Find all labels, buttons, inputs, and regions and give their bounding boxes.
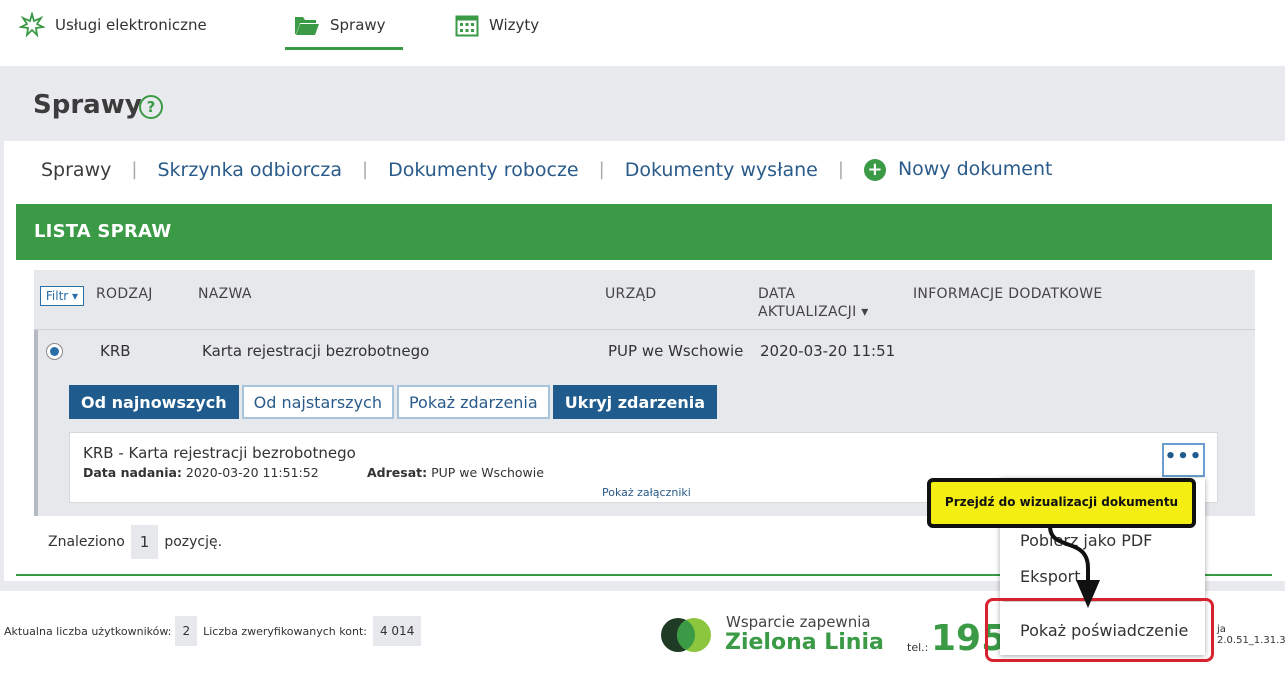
filter-dropdown[interactable]: Filtr ▾ <box>40 286 84 306</box>
event-recipient: Adresat: PUP we Wschowie <box>367 465 544 480</box>
support-name: Zielona Linia <box>725 630 884 655</box>
help-icon[interactable]: ? <box>139 95 163 119</box>
show-events-button[interactable]: Pokaż zdarzenia <box>396 385 550 419</box>
subnav-separator: | <box>837 159 844 180</box>
verified-value: 4 014 <box>372 616 422 646</box>
subnav-skrzynka-odbiorcza[interactable]: Skrzynka odbiorcza <box>157 159 342 181</box>
column-header-nazwa[interactable]: NAZWA <box>198 285 252 304</box>
star-burst-icon <box>19 12 45 38</box>
users-value: 2 <box>175 616 198 646</box>
version-text: ja 2.0.51_1.31.3 <box>1217 624 1285 646</box>
subnav-separator: | <box>362 159 369 180</box>
verified-label: Liczba zweryfikowanych kont: <box>203 624 367 638</box>
more-options-button[interactable]: ••• <box>1162 443 1205 477</box>
column-header-informacje[interactable]: INFORMACJE DODATKOWE <box>913 285 1103 304</box>
event-date-label: Data nadania: <box>83 465 182 480</box>
nav-label: Wizyty <box>489 16 540 34</box>
column-header-data-line1[interactable]: DATA <box>758 285 795 304</box>
plus-icon: + <box>863 159 886 181</box>
row-data: 2020-03-20 11:51 <box>760 342 896 360</box>
hide-events-button[interactable]: Ukryj zdarzenia <box>552 385 717 419</box>
row-radio[interactable] <box>46 343 63 360</box>
users-label: Aktualna liczba użytkowników: <box>4 624 172 638</box>
footer-stats: Aktualna liczba użytkowników: 2 Liczba z… <box>4 616 422 646</box>
sort-oldest-button[interactable]: Od najstarszych <box>241 385 394 419</box>
nav-wizyty[interactable]: Wizyty <box>455 0 539 50</box>
found-count: 1 <box>130 525 159 559</box>
nav-uslugi-elektroniczne[interactable]: Usługi elektroniczne <box>19 0 207 50</box>
results-count: Znaleziono 1 pozycję. <box>48 525 222 559</box>
subnav-separator: | <box>131 159 138 180</box>
subnav-dokumenty-wyslane[interactable]: Dokumenty wysłane <box>625 159 818 181</box>
nav-sprawy[interactable]: Sprawy <box>294 0 386 50</box>
support-label: Wsparcie zapewnia <box>726 613 871 631</box>
list-title: LISTA SPRAW <box>34 221 172 242</box>
subnav-sprawy[interactable]: Sprawy <box>41 159 111 181</box>
page-title: Sprawy <box>33 90 142 120</box>
zielona-linia-logo-icon <box>661 618 711 652</box>
event-sort-buttons: Od najnowszych Od najstarszych Pokaż zda… <box>69 385 720 419</box>
event-recipient-value: PUP we Wschowie <box>431 465 544 480</box>
subnav-separator: | <box>598 159 605 180</box>
nav-label: Usługi elektroniczne <box>55 16 207 34</box>
nav-label: Sprawy <box>330 16 386 34</box>
event-recipient-label: Adresat: <box>367 465 428 480</box>
row-urzad: PUP we Wschowie <box>608 342 744 360</box>
event-date-value: 2020-03-20 11:51:52 <box>185 465 319 480</box>
sort-newest-button[interactable]: Od najnowszych <box>69 385 239 419</box>
folder-icon <box>295 17 319 35</box>
annotation-tooltip: Przejdź do wizualizacji dokumentu <box>927 478 1196 528</box>
sub-navigation: Sprawy | Skrzynka odbiorcza | Dokumenty … <box>41 158 1052 181</box>
subnav-dokumenty-robocze[interactable]: Dokumenty robocze <box>388 159 579 181</box>
column-header-urzad[interactable]: URZĄD <box>605 285 656 304</box>
row-nazwa: Karta rejestracji bezrobotnego <box>202 342 430 360</box>
found-prefix: Znaleziono <box>48 534 125 550</box>
new-document-label: Nowy dokument <box>897 158 1053 180</box>
calendar-icon <box>455 15 479 37</box>
top-navigation: Usługi elektroniczne Sprawy Wizyty <box>0 0 1285 66</box>
show-attachments-link[interactable]: Pokaż załączniki <box>602 486 691 499</box>
row-rodzaj: KRB <box>100 342 131 360</box>
column-header-data-line2[interactable]: AKTUALIZACJI ▾ <box>758 303 869 322</box>
event-date: Data nadania: 2020-03-20 11:51:52 <box>83 465 319 480</box>
annotation-arrow-icon <box>1048 525 1100 608</box>
tel-label: tel.: <box>907 641 929 654</box>
column-header-rodzaj[interactable]: RODZAJ <box>96 285 153 304</box>
new-document-link[interactable]: + Nowy dokument <box>863 158 1053 181</box>
list-header-bar: LISTA SPRAW <box>16 204 1272 260</box>
active-tab-underline <box>285 47 403 50</box>
event-title: KRB - Karta rejestracji bezrobotnego <box>83 444 356 462</box>
found-suffix: pozycję. <box>164 534 223 550</box>
